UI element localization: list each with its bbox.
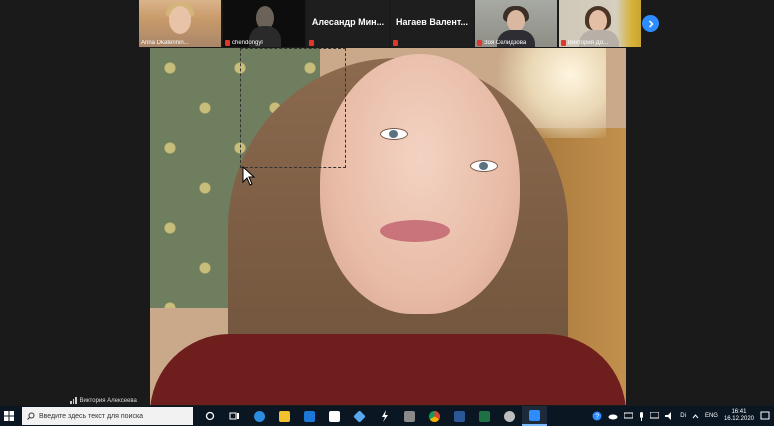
active-speaker-name: Виктория Алексеева <box>79 397 137 404</box>
participant-label <box>309 40 314 46</box>
next-page-button[interactable] <box>642 15 659 32</box>
taskbar-app-mail[interactable] <box>297 406 322 426</box>
taskbar-app-edge[interactable] <box>247 406 272 426</box>
mic-muted-icon <box>393 40 398 46</box>
volume-icon[interactable] <box>665 412 674 420</box>
winamp-icon <box>381 410 388 422</box>
zoom-icon <box>529 409 540 421</box>
cortana-button[interactable] <box>197 406 222 426</box>
pinned-apps <box>197 406 547 426</box>
participant-label: chendongyl <box>225 40 263 46</box>
participant-name: Зоя Селидзова <box>484 40 527 46</box>
clock-date: 16.12.2020 <box>723 416 754 422</box>
edge-icon <box>254 410 265 422</box>
participant-name: chendongyl <box>232 40 263 46</box>
word-icon <box>454 410 465 422</box>
tray-misc-text[interactable]: Di <box>680 413 686 419</box>
windows-taskbar: Введите здесь текст для поиска ? Di ENG … <box>0 406 774 426</box>
mic-muted-icon <box>561 40 566 46</box>
selection-rectangle <box>240 48 346 168</box>
network-wired-icon[interactable] <box>650 412 660 420</box>
taskbar-app-chrome[interactable] <box>422 406 447 426</box>
windows-start-icon <box>4 411 14 421</box>
task-view-icon <box>229 412 239 420</box>
participant-tile[interactable]: Зоя Селидзова <box>475 0 557 47</box>
participant-name-large: Нагаев Валент... <box>396 17 468 27</box>
file-explorer-icon <box>279 410 290 422</box>
cortana-icon <box>205 411 214 421</box>
svg-text:?: ? <box>595 414 599 421</box>
taskbar-app-folder[interactable] <box>397 406 422 426</box>
participant-tile[interactable]: Виктория До... <box>559 0 641 47</box>
cloud-icon[interactable] <box>608 412 618 420</box>
folder-icon <box>404 410 415 422</box>
clock-time: 16:41 <box>731 409 747 415</box>
amazon-icon <box>329 410 340 422</box>
taskbar-app-winamp[interactable] <box>372 406 397 426</box>
taskbar-app-word[interactable] <box>447 406 472 426</box>
taskbar-app-amazon[interactable] <box>322 406 347 426</box>
search-icon <box>27 412 35 420</box>
taskbar-app-excel[interactable] <box>472 406 497 426</box>
mic-muted-icon <box>477 40 482 46</box>
participant-tile[interactable]: Нагаев Валент... <box>391 0 473 47</box>
help-icon[interactable]: ? <box>592 411 602 421</box>
taskbar-app-explorer[interactable] <box>272 406 297 426</box>
chrome-icon <box>429 410 440 422</box>
participant-strip: Anna Dkaterinin... chendongyl Алесандр М… <box>139 0 641 47</box>
notifications-icon[interactable] <box>760 411 770 421</box>
active-speaker-label: Виктория Алексеева <box>70 397 137 404</box>
mail-icon <box>304 410 315 422</box>
participant-video <box>169 6 191 34</box>
taskbar-search-box[interactable]: Введите здесь текст для поиска <box>22 407 193 425</box>
language-indicator[interactable]: ENG <box>705 413 718 419</box>
participant-video <box>589 10 607 32</box>
network-icon[interactable] <box>624 412 634 420</box>
speaker-eye <box>380 128 408 140</box>
participant-label: Виктория До... <box>561 40 608 46</box>
speaker-lips <box>380 220 450 242</box>
start-button[interactable] <box>0 406 18 426</box>
active-speaker-video <box>150 48 626 405</box>
signal-bars-icon <box>70 397 77 404</box>
participant-tile[interactable]: Anna Dkaterinin... <box>139 0 221 47</box>
participant-label <box>393 40 398 46</box>
dropbox-icon <box>353 409 366 423</box>
mic-muted-icon <box>309 40 314 46</box>
participant-label: Anna Dkaterinin... <box>141 40 189 46</box>
microphone-icon[interactable] <box>639 411 644 421</box>
clock[interactable]: 16:41 16.12.2020 <box>724 409 754 423</box>
participant-name: Anna Dkaterinin... <box>141 40 189 46</box>
participant-label: Зоя Селидзова <box>477 40 526 46</box>
task-view-button[interactable] <box>222 406 247 426</box>
taskbar-app-dropbox[interactable] <box>347 406 372 426</box>
chevron-right-icon <box>648 19 654 28</box>
search-placeholder: Введите здесь текст для поиска <box>39 412 144 420</box>
participant-tile[interactable]: chendongyl <box>223 0 305 47</box>
browser-icon <box>504 410 515 422</box>
speaker-shirt <box>150 334 626 405</box>
speaker-face <box>320 54 520 314</box>
mouse-cursor-icon <box>242 166 256 186</box>
taskbar-app-zoom[interactable] <box>522 406 547 426</box>
participant-tile[interactable]: Алесандр Мин... <box>307 0 389 47</box>
mic-muted-icon <box>225 40 230 46</box>
chevron-up-icon[interactable] <box>692 413 699 419</box>
participant-name: Виктория До... <box>568 40 609 46</box>
system-tray: ? Di ENG 16:41 16.12.2020 <box>592 406 770 426</box>
speaker-eye <box>470 160 498 172</box>
participant-video <box>507 10 525 32</box>
taskbar-app-browser[interactable] <box>497 406 522 426</box>
participant-name-large: Алесандр Мин... <box>311 17 385 27</box>
excel-icon <box>479 410 490 422</box>
